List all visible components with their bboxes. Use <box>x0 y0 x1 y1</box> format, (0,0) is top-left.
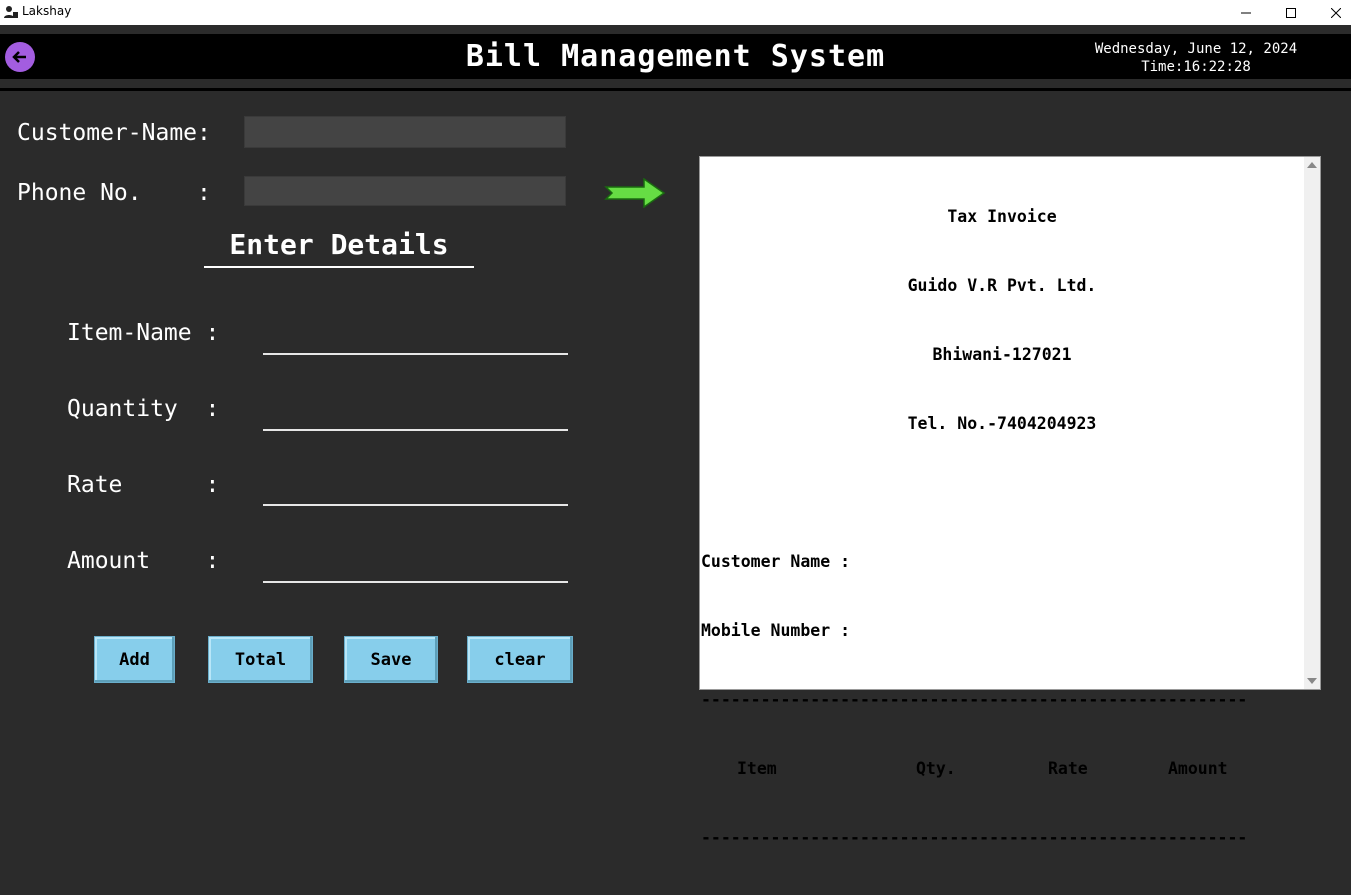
scroll-down-icon[interactable] <box>1307 678 1317 684</box>
back-button[interactable] <box>5 42 35 72</box>
amount-input[interactable] <box>263 553 568 583</box>
receipt-heading: Tax Invoice <box>947 207 1057 226</box>
receipt-text: Tax Invoice Guido V.R Pvt. Ltd. Bhiwani-… <box>701 159 1303 895</box>
column-amount: Amount <box>1168 759 1228 778</box>
receipt-divider-bottom: ----------------------------------------… <box>701 828 1248 847</box>
maximize-button[interactable] <box>1268 0 1314 25</box>
maximize-icon <box>1286 7 1296 18</box>
save-button[interactable]: Save <box>344 636 438 683</box>
right-arrow-icon <box>604 178 666 208</box>
header-divider <box>0 88 1351 91</box>
time-text: Time:16:22:28 <box>1141 59 1251 75</box>
scroll-up-icon[interactable] <box>1307 162 1317 168</box>
rate-label: Rate : <box>67 472 220 498</box>
window-title: Lakshay <box>22 4 72 18</box>
rate-input[interactable] <box>263 476 568 506</box>
phone-input[interactable] <box>244 176 566 206</box>
item-name-label: Item-Name : <box>67 320 220 346</box>
quantity-input[interactable] <box>263 401 568 431</box>
total-button[interactable]: Total <box>208 636 313 683</box>
date-text: Wednesday, June 12, 2024 <box>1094 41 1298 57</box>
amount-label: Amount : <box>67 548 220 574</box>
company-name: Guido V.R Pvt. Ltd. <box>907 276 1097 295</box>
company-address: Bhiwani-127021 <box>932 345 1072 364</box>
receipt-scrollbar[interactable] <box>1304 157 1320 689</box>
quantity-label: Quantity : <box>67 396 220 422</box>
clear-button[interactable]: clear <box>467 636 573 683</box>
datetime-display: Wednesday, June 12, 2024 Time:16:22:28 <box>1060 40 1332 76</box>
column-item: Item <box>737 759 777 778</box>
receipt-area[interactable]: Tax Invoice Guido V.R Pvt. Ltd. Bhiwani-… <box>699 156 1321 847</box>
close-button[interactable] <box>1313 0 1351 25</box>
company-phone: Tel. No.-7404204923 <box>907 414 1097 433</box>
customer-name-input[interactable] <box>244 116 566 148</box>
item-name-input[interactable] <box>263 325 568 355</box>
column-rate: Rate <box>1048 759 1088 778</box>
column-qty: Qty. <box>916 759 956 778</box>
section-underline <box>204 266 474 268</box>
receipt-columns: Item Qty. Rate Amount <box>701 757 1303 780</box>
phone-label: Phone No. : <box>17 180 211 206</box>
receipt-mobile-label: Mobile Number : <box>701 621 851 640</box>
close-icon <box>1331 7 1341 18</box>
arrow-left-icon <box>12 51 26 63</box>
customer-name-label: Customer-Name: <box>17 120 211 146</box>
user-icon <box>4 6 18 18</box>
minimize-button[interactable] <box>1223 0 1269 25</box>
minimize-icon <box>1241 12 1251 13</box>
section-title: Enter Details <box>229 228 449 261</box>
add-button[interactable]: Add <box>94 636 175 683</box>
window-titlebar: Lakshay <box>0 0 1351 25</box>
receipt-customer-name-label: Customer Name : <box>701 552 851 571</box>
